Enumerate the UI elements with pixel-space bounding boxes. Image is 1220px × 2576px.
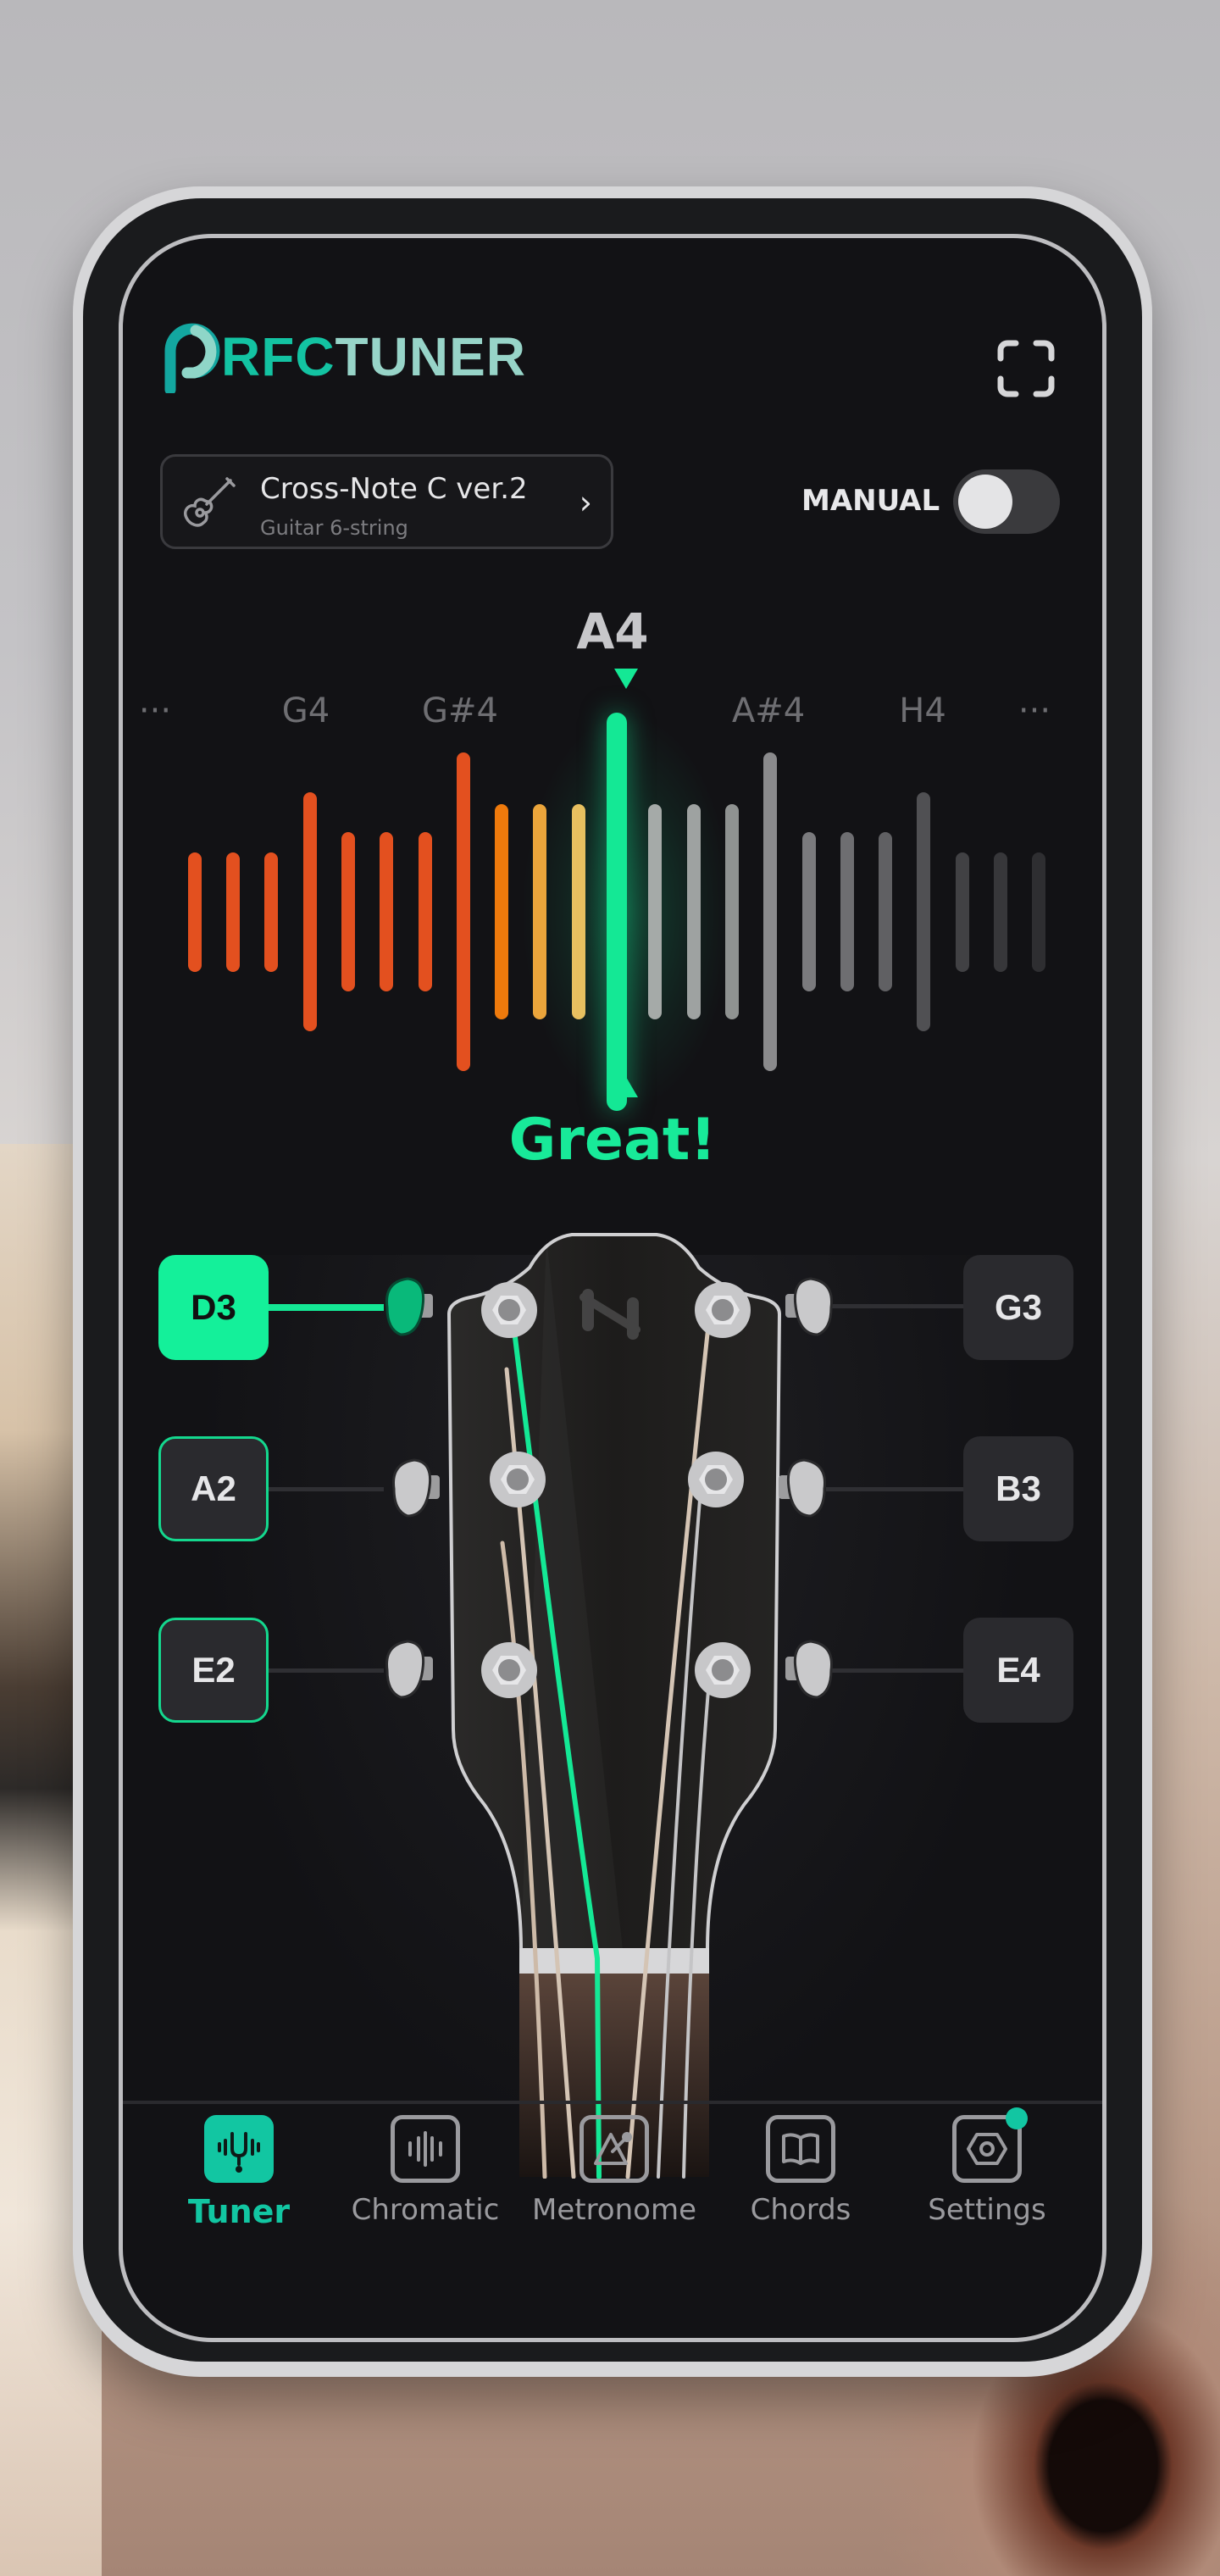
- pitch-meter: [123, 713, 1102, 1111]
- app-screen: RFCTUNER Cross-Note C ver.2 Guitar 6-str…: [119, 234, 1106, 2342]
- nav-label-metronome: Metronome: [531, 2193, 696, 2227]
- meter-bar: [264, 852, 279, 972]
- nav-tab-settings[interactable]: Settings: [902, 2107, 1072, 2227]
- meter-bar: [571, 804, 585, 1019]
- string-connector-active: [265, 1304, 384, 1311]
- string-connector: [826, 1668, 970, 1673]
- meter-bar: [456, 752, 470, 1071]
- string-button-d3[interactable]: D3: [158, 1255, 269, 1360]
- tuning-peg-icon: [392, 1458, 440, 1518]
- string-connector: [265, 1668, 384, 1673]
- meter-bar: [994, 852, 1007, 972]
- manual-mode-toggle[interactable]: [953, 469, 1060, 534]
- string-connector: [826, 1487, 970, 1491]
- nav-label-tuner: Tuner: [187, 2193, 291, 2230]
- tuning-fork-icon: [204, 2115, 274, 2183]
- meter-bar: [917, 792, 931, 1031]
- tuning-peg-icon: [385, 1640, 433, 1699]
- string-button-e2[interactable]: E2: [158, 1618, 269, 1723]
- tuning-peg-active-icon: [385, 1277, 433, 1336]
- fullscreen-icon: [997, 340, 1055, 397]
- notification-badge: [1006, 2107, 1028, 2129]
- pointer-top-icon: [614, 669, 638, 689]
- string-connector: [265, 1487, 384, 1491]
- meter-bar: [1032, 852, 1046, 972]
- meter-bar: [533, 804, 547, 1019]
- meter-bar: [879, 832, 893, 991]
- meter-bar: [686, 804, 701, 1019]
- string-button-e4[interactable]: E4: [963, 1618, 1073, 1723]
- tuning-peg-icon: [785, 1277, 833, 1336]
- nav-label-settings: Settings: [928, 2193, 1046, 2227]
- logo-text-tuner: TUNER: [335, 326, 526, 387]
- metronome-icon: [580, 2115, 649, 2183]
- meter-bar: [380, 832, 394, 991]
- toggle-knob: [958, 475, 1012, 529]
- meter-bar: [302, 792, 317, 1031]
- current-note: A4: [576, 602, 649, 660]
- book-icon: [766, 2115, 835, 2183]
- meter-bar: [724, 804, 739, 1019]
- tuning-status: Great!: [508, 1107, 717, 1174]
- string-button-a2[interactable]: A2: [158, 1436, 269, 1541]
- meter-bar: [495, 804, 509, 1019]
- meter-bar: [840, 832, 854, 991]
- meter-bar: [955, 852, 969, 972]
- pointer-bottom-icon: [614, 1077, 638, 1097]
- nav-divider: [123, 2101, 1102, 2104]
- string-button-g3[interactable]: G3: [963, 1255, 1073, 1360]
- guitar-headstock: [446, 1233, 782, 2179]
- nav-tab-chromatic[interactable]: Chromatic: [341, 2115, 510, 2227]
- nav-label-chromatic: Chromatic: [351, 2193, 500, 2227]
- tuning-peg-icon: [779, 1458, 826, 1518]
- meter-bar: [801, 832, 816, 991]
- logo-text-rfc: RFC: [221, 326, 336, 387]
- meter-bar: [648, 804, 663, 1019]
- nav-label-chords: Chords: [750, 2193, 851, 2227]
- meter-bar: [187, 852, 202, 972]
- string-connector: [826, 1304, 970, 1308]
- chevron-right-icon: ›: [579, 484, 592, 521]
- bottom-navigation: Tuner Chromatic Metronome Chords Setting…: [123, 2107, 1102, 2285]
- guitar-icon: [184, 477, 236, 527]
- preset-subtitle: Guitar 6-string: [260, 516, 408, 540]
- meter-bar: [418, 832, 432, 991]
- logo-p-mark-icon: [164, 323, 220, 393]
- fullscreen-button[interactable]: [995, 338, 1056, 399]
- string-button-b3[interactable]: B3: [963, 1436, 1073, 1541]
- manual-mode-label: MANUAL: [801, 484, 940, 518]
- app-logo: RFCTUNER: [162, 323, 526, 393]
- meter-bar-center: [607, 713, 627, 1111]
- meter-bar: [226, 852, 240, 972]
- preset-title: Cross-Note C ver.2: [260, 472, 528, 506]
- tuning-peg-icon: [785, 1640, 833, 1699]
- meter-bar: [341, 832, 355, 991]
- tuning-preset-selector[interactable]: Cross-Note C ver.2 Guitar 6-string ›: [160, 454, 613, 549]
- nav-tab-metronome[interactable]: Metronome: [530, 2115, 699, 2227]
- waveform-icon: [391, 2115, 460, 2183]
- meter-bar: [763, 752, 778, 1071]
- settings-icon: [952, 2107, 1028, 2183]
- nav-tab-chords[interactable]: Chords: [716, 2115, 885, 2227]
- nav-tab-tuner[interactable]: Tuner: [154, 2115, 324, 2230]
